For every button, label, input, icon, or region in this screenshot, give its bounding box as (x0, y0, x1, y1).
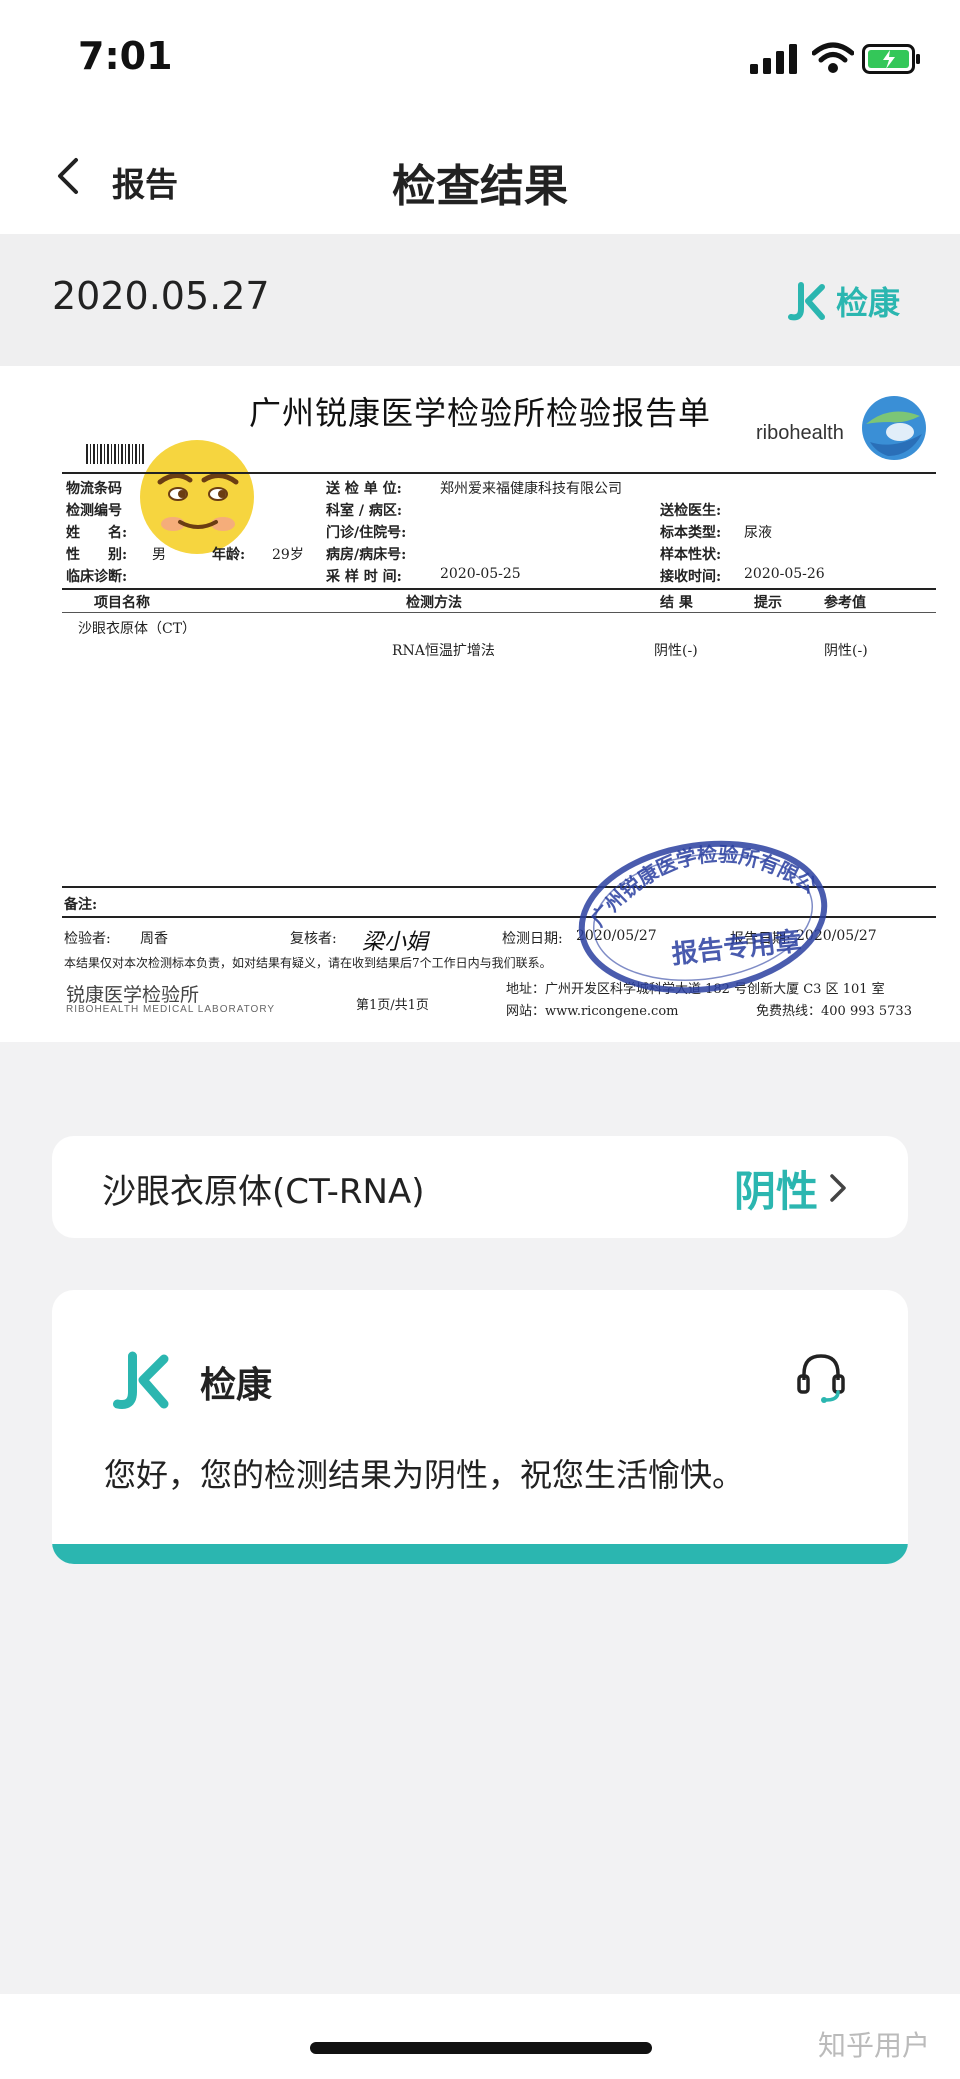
report-document-image[interactable]: 广州锐康医学检验所检验报告单 ribohealth 物流条码 检测编号 姓 名:… (0, 366, 960, 1042)
label-logistics-code: 物流条码 (66, 481, 122, 497)
test-item-name: 沙眼衣原体(CT-RNA) (102, 1172, 425, 1212)
value-sender: 郑州爱来福健康科技有限公司 (440, 481, 622, 497)
label-sample-time: 采 样 时 间: (326, 569, 402, 585)
page-number: 第1页/共1页 (356, 998, 429, 1013)
message-text: 您好，您的检测结果为阴性，祝您生活愉快。 (104, 1456, 745, 1494)
stamp-text: 广州锐康医学检验所有限公司 (572, 836, 821, 931)
lab-brand-en: RIBOHEALTH MEDICAL LABORATORY (66, 1004, 276, 1015)
table-cell-reference: 阴性(-) (824, 643, 868, 659)
divider (62, 472, 936, 474)
label-receive-time: 接收时间: (660, 569, 722, 585)
label-test-no: 检测编号 (66, 503, 122, 519)
test-date-label: 检测日期: (502, 931, 563, 947)
table-header-hint: 提示 (754, 595, 782, 611)
table-header-item: 项目名称 (94, 595, 150, 611)
jiankang-logo-icon (787, 282, 825, 321)
label-diagnosis: 临床诊断: (66, 569, 128, 585)
divider (62, 588, 936, 590)
chevron-right-icon (830, 1174, 846, 1202)
value-gender: 男 (152, 547, 166, 563)
table-header-result: 结 果 (660, 595, 693, 611)
label-name: 姓 名: (66, 525, 128, 541)
brand-name: 检康 (835, 284, 900, 322)
label-dept: 科室 / 病区: (326, 503, 403, 519)
cellular-signal-icon (750, 44, 797, 74)
report-header: 2020.05.27 检康 (0, 234, 960, 366)
label-age: 年龄: (212, 547, 246, 563)
brand-logo: 检康 (786, 278, 900, 324)
table-cell-item: 沙眼衣原体（CT） (78, 621, 197, 637)
ribohealth-globe-icon (862, 396, 926, 460)
battery-charging-icon (862, 44, 920, 74)
table-cell-result: 阴性(-) (654, 643, 698, 659)
watermark: 知乎用户 (817, 2029, 930, 2062)
label-doctor: 送检医生: (660, 503, 722, 519)
nav-bar: 报告 检查结果 (0, 120, 960, 234)
headset-support-icon[interactable] (796, 1350, 846, 1406)
lab-hotline: 免费热线：400 993 5733 (756, 1004, 912, 1019)
value-receive-time: 2020-05-26 (744, 566, 825, 582)
wifi-icon (812, 42, 854, 73)
home-indicator[interactable] (310, 2042, 652, 2054)
official-stamp-icon: 广州锐康医学检验所有限公司 报告专用章 (572, 836, 828, 994)
page-title: 检查结果 (392, 161, 568, 212)
label-sample-state: 样本性状: (660, 547, 722, 563)
reviewer-label: 复核者: (290, 931, 337, 947)
label-outpatient: 门诊/住院号: (326, 525, 407, 541)
bottom-bar: 知乎用户 (0, 1994, 960, 2079)
svg-text:广州锐康医学检验所有限公司: 广州锐康医学检验所有限公司 (572, 836, 821, 931)
label-sender: 送 检 单 位: (326, 481, 402, 497)
jiankang-logo-icon (113, 1351, 169, 1409)
table-header-method: 检测方法 (406, 595, 462, 611)
label-sample-type: 标本类型: (660, 525, 722, 541)
label-gender: 性 别: (66, 547, 128, 563)
ribohealth-logo-text: ribohealth (756, 422, 844, 444)
message-brand: 检康 (200, 1365, 273, 1406)
tester-name: 周香 (140, 931, 168, 947)
tester-label: 检验者: (64, 931, 111, 947)
status-bar: 7:01 (0, 0, 960, 120)
test-result-value: 阴性 (733, 1167, 818, 1216)
divider (62, 612, 936, 613)
value-sample-time: 2020-05-25 (440, 566, 521, 582)
lab-brand-cn: 锐康医学检验所 (66, 985, 200, 1006)
disclaimer: 本结果仅对本次检测标本负责，如对结果有疑义，请在收到结果后7个工作日内与我们联系… (64, 956, 552, 970)
message-card: 检康 您好，您的检测结果为阴性，祝您生活愉快。 (52, 1290, 908, 1564)
report-date: 2020.05.27 (52, 274, 270, 318)
screen: 7:01 报告 检查结果 2020.05.27 检康 广州锐康医学检验所检验报告… (0, 0, 960, 2079)
result-card[interactable]: 沙眼衣原体(CT-RNA) 阴性 (52, 1136, 908, 1238)
barcode-graphic (86, 444, 146, 464)
value-age: 29岁 (272, 547, 304, 563)
label-ward: 病房/病床号: (326, 547, 407, 563)
value-sample-type: 尿液 (744, 525, 772, 541)
reviewer-signature: 梁小娟 (362, 930, 429, 955)
sticker-emoji-icon (140, 440, 254, 554)
card-accent-bar (52, 1544, 908, 1564)
table-cell-method: RNA恒温扩增法 (392, 643, 495, 659)
table-header-reference: 参考值 (824, 595, 866, 611)
status-time: 7:01 (78, 34, 173, 78)
remark-label: 备注: (64, 897, 98, 913)
lab-website: 网站：www.ricongene.com (506, 1004, 679, 1019)
